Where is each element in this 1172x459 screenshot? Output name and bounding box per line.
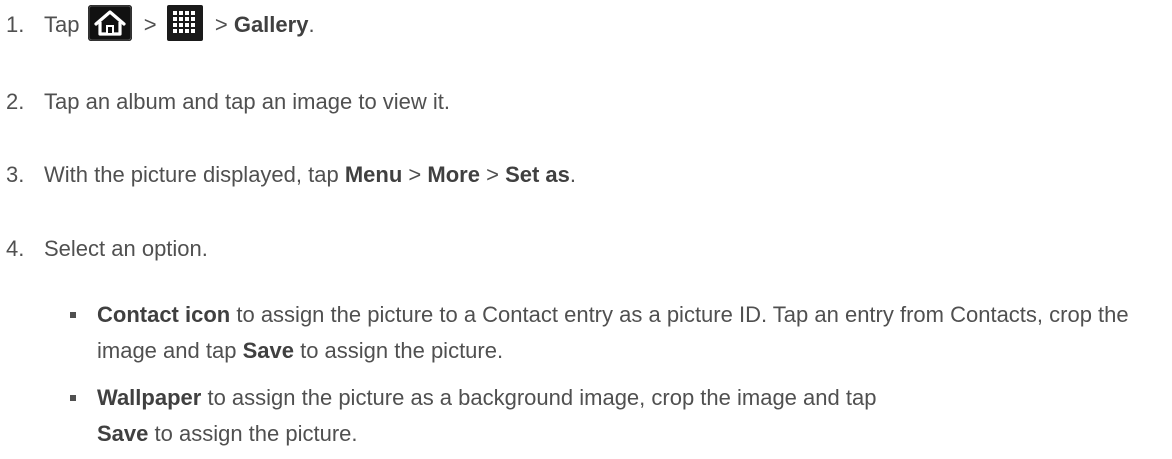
step-text: Tap an album and tap an image to view it… (44, 89, 451, 114)
bullet-icon (70, 312, 76, 318)
step-number: 3. (6, 162, 25, 187)
step-number: 4. (6, 236, 25, 261)
home-icon (87, 5, 132, 41)
option-title: Contact icon (97, 302, 231, 327)
step-text: Tap (44, 12, 80, 37)
step-number: 1. (6, 12, 25, 37)
period: . (308, 12, 315, 37)
apps-grid-icon (166, 5, 203, 41)
option-text: to assign the picture as a background im… (207, 385, 877, 410)
option-text-end: to assign the picture. (300, 338, 504, 363)
step-2: 2. Tap an album and tap an image to view … (6, 88, 450, 116)
separator: > (143, 12, 157, 37)
set-as-label: Set as (505, 162, 570, 187)
separator: > (486, 162, 499, 187)
option-title: Wallpaper (97, 385, 202, 410)
step-text: Select an option. (44, 236, 208, 261)
separator: > (408, 162, 422, 187)
option-text-end: to assign the picture. (154, 421, 358, 446)
option-wallpaper: Wallpaper to assign the picture as a bac… (70, 380, 1157, 452)
separator: > (214, 12, 228, 37)
menu-label: Menu (344, 162, 403, 187)
save-label: Save (97, 421, 149, 446)
step-3: 3. With the picture displayed, tap Menu >… (6, 161, 576, 189)
gallery-label: Gallery (233, 12, 309, 37)
step-1: 1. Tap > > Gallery. (6, 5, 315, 41)
step-number: 2. (6, 89, 25, 114)
bullet-icon (70, 395, 76, 401)
more-label: More (427, 162, 480, 187)
step-4: 4. Select an option. (6, 235, 208, 263)
save-label: Save (242, 338, 294, 363)
period: . (569, 162, 577, 187)
step-text: With the picture displayed, tap (44, 162, 339, 187)
option-contact-icon: Contact icon to assign the picture to a … (70, 297, 1157, 369)
instructions-page: 1. Tap > > Gallery. 2. Tap an album and … (0, 0, 1172, 459)
